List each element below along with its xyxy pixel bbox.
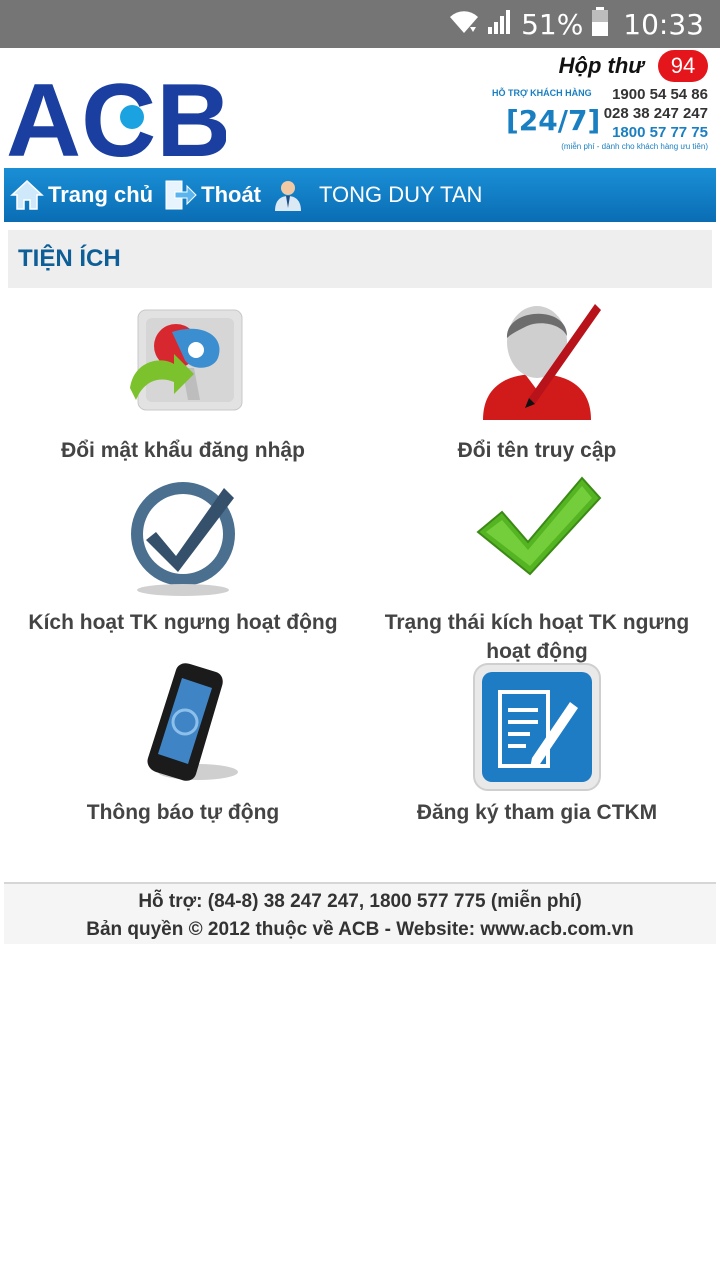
hotline-banner: HỖ TRỢ KHÁCH HÀNG [24/7] 1900 54 54 86 0…	[490, 86, 710, 156]
tile-label: Thông báo tự động	[86, 801, 280, 824]
checkmark-circle-icon	[118, 472, 248, 602]
nav-user-name: TONG DUY TAN	[319, 182, 483, 207]
battery-percent: 51%	[521, 7, 584, 41]
hotline-caption: HỖ TRỢ KHÁCH HÀNG	[492, 88, 592, 98]
tile-label: Đổi tên truy cập	[457, 439, 617, 462]
footer-support: Hỗ trợ: (84-8) 38 247 247, 1800 577 775 …	[138, 891, 582, 912]
acb-logo[interactable]: ACB	[6, 63, 231, 179]
tile-label: Đăng ký tham gia CTKM	[416, 801, 658, 824]
phone-icon	[118, 662, 248, 792]
tile-label: Đổi mật khẩu đăng nhập	[61, 439, 305, 462]
hotline-24-7: [24/7]	[506, 104, 601, 137]
hotline-number-2: 028 38 247 247	[603, 105, 708, 122]
tile-promo-register[interactable]: Đăng ký tham gia CTKM	[357, 662, 717, 827]
tile-auto-notification[interactable]: Thông báo tự động	[3, 662, 363, 827]
change-password-icon	[118, 300, 248, 430]
nav-logout[interactable]: Thoát	[163, 178, 261, 212]
logout-icon	[163, 178, 197, 212]
footer-copyright: Bản quyền © 2012 thuộc về ACB - Website:…	[86, 919, 634, 940]
nav-user[interactable]: TONG DUY TAN	[271, 178, 482, 212]
tile-label: Trạng thái kích hoạt TK ngưng hoạt động	[384, 611, 690, 663]
status-bar: 51% 10:33	[0, 0, 720, 48]
user-icon	[271, 178, 305, 212]
tile-label: Kích hoạt TK ngưng hoạt động	[28, 611, 338, 634]
wifi-icon	[449, 9, 479, 40]
nav-home-label: Trang chủ	[48, 182, 154, 207]
inbox-link[interactable]: Hộp thư 94	[559, 50, 708, 82]
hotline-number-1: 1900 54 54 86	[612, 86, 708, 103]
edit-user-icon	[467, 290, 607, 430]
tile-activate-account[interactable]: Kích hoạt TK ngưng hoạt động	[3, 472, 363, 637]
hotline-number-3: 1800 57 77 75	[612, 124, 708, 141]
signal-icon	[487, 9, 513, 40]
tile-activation-status[interactable]: Trạng thái kích hoạt TK ngưng hoạt động	[357, 472, 717, 666]
inbox-label: Hộp thư	[558, 53, 644, 78]
nav-bar: Trang chủ Thoát TONG DUY TAN	[4, 168, 716, 222]
hotline-note: (miễn phí - dành cho khách hàng ưu tiên)	[561, 142, 708, 151]
tile-change-username[interactable]: Đổi tên truy cập	[357, 290, 717, 465]
green-check-icon	[472, 472, 602, 602]
header: ACB Hộp thư 94 HỖ TRỢ KHÁCH HÀNG [24/7] …	[0, 48, 720, 179]
section-title: TIỆN ÍCH	[8, 230, 712, 288]
clock: 10:33	[623, 7, 704, 41]
inbox-count-badge: 94	[658, 50, 708, 82]
document-pen-icon	[472, 662, 602, 792]
logo-text: ACB	[6, 72, 226, 162]
battery-icon	[591, 6, 609, 42]
nav-logout-label: Thoát	[201, 182, 262, 207]
tile-change-password[interactable]: Đổi mật khẩu đăng nhập	[3, 300, 363, 465]
nav-home[interactable]: Trang chủ	[10, 178, 153, 212]
footer: Hỗ trợ: (84-8) 38 247 247, 1800 577 775 …	[4, 882, 716, 944]
home-icon	[10, 178, 44, 212]
